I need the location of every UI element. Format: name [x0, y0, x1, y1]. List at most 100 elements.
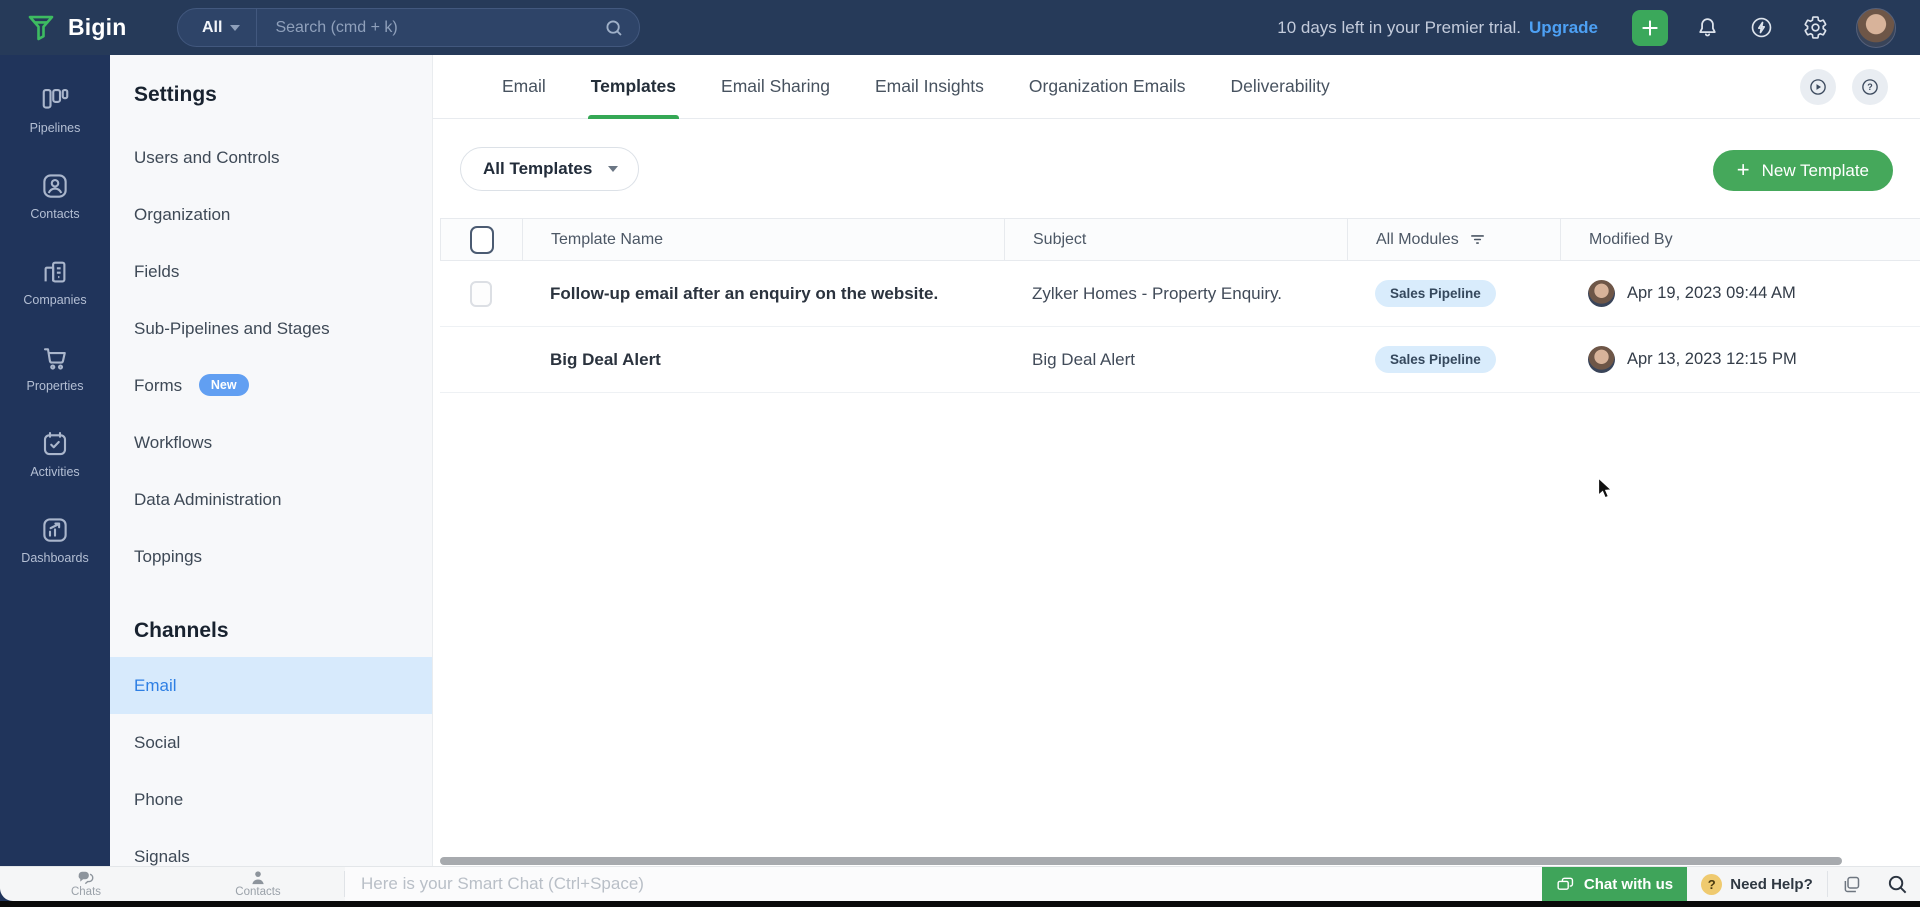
template-name-link[interactable]: Follow-up email after an enquiry on the …: [550, 284, 938, 304]
sidebar-item-properties[interactable]: Properties: [0, 343, 110, 403]
trial-countdown-text: 10 days left in your Premier trial.: [1277, 17, 1522, 37]
chevron-down-icon: [230, 24, 241, 31]
play-icon: [1810, 79, 1826, 95]
modifier-avatar: [1588, 280, 1615, 307]
settings-panel: Settings Users and Controls Organization…: [110, 55, 433, 907]
sidebar-item-dashboards[interactable]: Dashboards: [0, 515, 110, 575]
tab-email-insights[interactable]: Email Insights: [875, 55, 984, 119]
search-icon: [1888, 875, 1906, 893]
chat-bubble-icon: [1557, 877, 1574, 890]
column-header-subject[interactable]: Subject: [1004, 219, 1347, 260]
sidebar-item-label: Contacts: [30, 207, 80, 221]
smart-chat-bar: Chats Contacts Chat with us ? Need Help?: [0, 866, 1920, 901]
module-badge: Sales Pipeline: [1375, 346, 1496, 373]
settings-item-fields[interactable]: Fields: [110, 243, 432, 300]
plus-icon: +: [1736, 156, 1750, 182]
upgrade-link[interactable]: Upgrade: [1529, 18, 1598, 38]
row-select-cell: [440, 327, 522, 392]
question-circle-icon: ?: [1701, 873, 1723, 895]
table-row[interactable]: Follow-up email after an enquiry on the …: [440, 261, 1920, 327]
channel-item-phone[interactable]: Phone: [110, 771, 432, 828]
settings-item-data-administration[interactable]: Data Administration: [110, 471, 432, 528]
channel-item-email[interactable]: Email: [110, 657, 432, 714]
sidebar-item-activities[interactable]: Activities: [0, 429, 110, 489]
settings-item-users-and-controls[interactable]: Users and Controls: [110, 129, 432, 186]
quick-add-button[interactable]: [1632, 9, 1668, 46]
divider: [256, 8, 258, 47]
tab-templates[interactable]: Templates: [587, 55, 680, 119]
contacts-person-icon: [252, 871, 264, 885]
tab-organization-emails[interactable]: Organization Emails: [1029, 55, 1186, 119]
sidebar-item-contacts[interactable]: Contacts: [0, 171, 110, 231]
table-row[interactable]: Big Deal Alert Big Deal Alert Sales Pipe…: [440, 327, 1920, 393]
sidebar-item-label: Activities: [30, 465, 80, 479]
sidebar-item-pipelines[interactable]: Pipelines: [0, 85, 110, 145]
select-all-checkbox[interactable]: [469, 225, 494, 254]
template-filter-dropdown[interactable]: All Templates: [460, 147, 640, 191]
zia-assistant-button[interactable]: [1748, 15, 1774, 41]
row-checkbox[interactable]: [470, 280, 492, 307]
chat-with-us-button[interactable]: Chat with us: [1542, 867, 1687, 901]
notifications-button[interactable]: [1694, 15, 1720, 41]
search-scope-dropdown[interactable]: All: [202, 19, 241, 37]
recent-items-button[interactable]: [1828, 867, 1874, 901]
settings-item-toppings[interactable]: Toppings: [110, 528, 432, 585]
global-search[interactable]: All: [177, 8, 640, 47]
column-header-modified-by[interactable]: Modified By: [1560, 219, 1920, 260]
sidebar-item-companies[interactable]: Companies: [0, 257, 110, 317]
column-header-label: Modified By: [1589, 230, 1673, 248]
settings-button[interactable]: [1802, 15, 1828, 41]
template-name-link[interactable]: Big Deal Alert: [550, 350, 661, 370]
settings-item-label: Forms: [134, 376, 183, 395]
bottombar-tab-contacts[interactable]: Contacts: [172, 867, 344, 901]
smart-chat-input-area: [345, 867, 1542, 901]
chat-with-us-label: Chat with us: [1583, 875, 1674, 893]
activities-calendar-icon: [43, 431, 67, 456]
channels-title: Channels: [134, 619, 229, 642]
plus-icon: [1642, 19, 1658, 36]
settings-item-forms[interactable]: Forms New: [110, 357, 432, 414]
settings-item-workflows[interactable]: Workflows: [110, 414, 432, 471]
lightning-circle-icon: [1751, 17, 1771, 38]
question-icon: ?: [1862, 79, 1878, 95]
help-button[interactable]: ?: [1852, 69, 1888, 105]
global-search-button[interactable]: [1874, 867, 1920, 901]
brand[interactable]: Bigin: [26, 13, 127, 43]
dashboards-icon: [43, 518, 67, 542]
column-header-label: Template Name: [551, 230, 664, 248]
topbar-right: 10 days left in your Premier trial. Upgr…: [1277, 0, 1920, 55]
stacked-cards-icon: [1844, 876, 1859, 892]
svg-text:?: ?: [1867, 82, 1873, 92]
new-badge: New: [198, 374, 249, 396]
sidebar-item-label: Companies: [23, 293, 87, 307]
template-subject: Zylker Homes - Property Enquiry.: [1032, 283, 1283, 303]
horizontal-scrollbar[interactable]: [440, 857, 1842, 865]
bigin-logo-icon: [28, 15, 54, 40]
column-header-label: Subject: [1033, 230, 1087, 248]
email-settings-tabbar: Email Templates Email Sharing Email Insi…: [433, 55, 1920, 119]
need-help-label: Need Help?: [1730, 875, 1813, 893]
tab-email[interactable]: Email: [502, 55, 546, 119]
select-all-cell: [440, 219, 522, 260]
settings-item-organization[interactable]: Organization: [110, 186, 432, 243]
bottombar-tab-chats[interactable]: Chats: [0, 867, 172, 901]
search-input[interactable]: [275, 18, 603, 37]
new-template-button[interactable]: + New Template: [1712, 150, 1893, 191]
need-help-button[interactable]: ? Need Help?: [1687, 867, 1827, 901]
walkthrough-play-button[interactable]: [1800, 69, 1836, 105]
channel-item-social[interactable]: Social: [110, 714, 432, 771]
module-badge: Sales Pipeline: [1375, 280, 1496, 307]
search-icon: [606, 19, 622, 36]
chats-icon: [78, 871, 93, 884]
column-header-modules[interactable]: All Modules: [1347, 219, 1560, 260]
smart-chat-input[interactable]: [361, 874, 1542, 894]
tab-email-sharing[interactable]: Email Sharing: [721, 55, 830, 119]
settings-item-sub-pipelines[interactable]: Sub-Pipelines and Stages: [110, 300, 432, 357]
tab-deliverability[interactable]: Deliverability: [1231, 55, 1330, 119]
column-header-template-name[interactable]: Template Name: [522, 219, 1004, 260]
properties-cart-icon: [43, 348, 66, 370]
user-avatar[interactable]: [1856, 7, 1896, 48]
modified-timestamp: Apr 13, 2023 12:15 PM: [1627, 350, 1797, 368]
bigin-app-window: Bigin All 10 days left in your Premier t…: [0, 0, 1920, 907]
topbar: Bigin All 10 days left in your Premier t…: [0, 0, 1920, 55]
